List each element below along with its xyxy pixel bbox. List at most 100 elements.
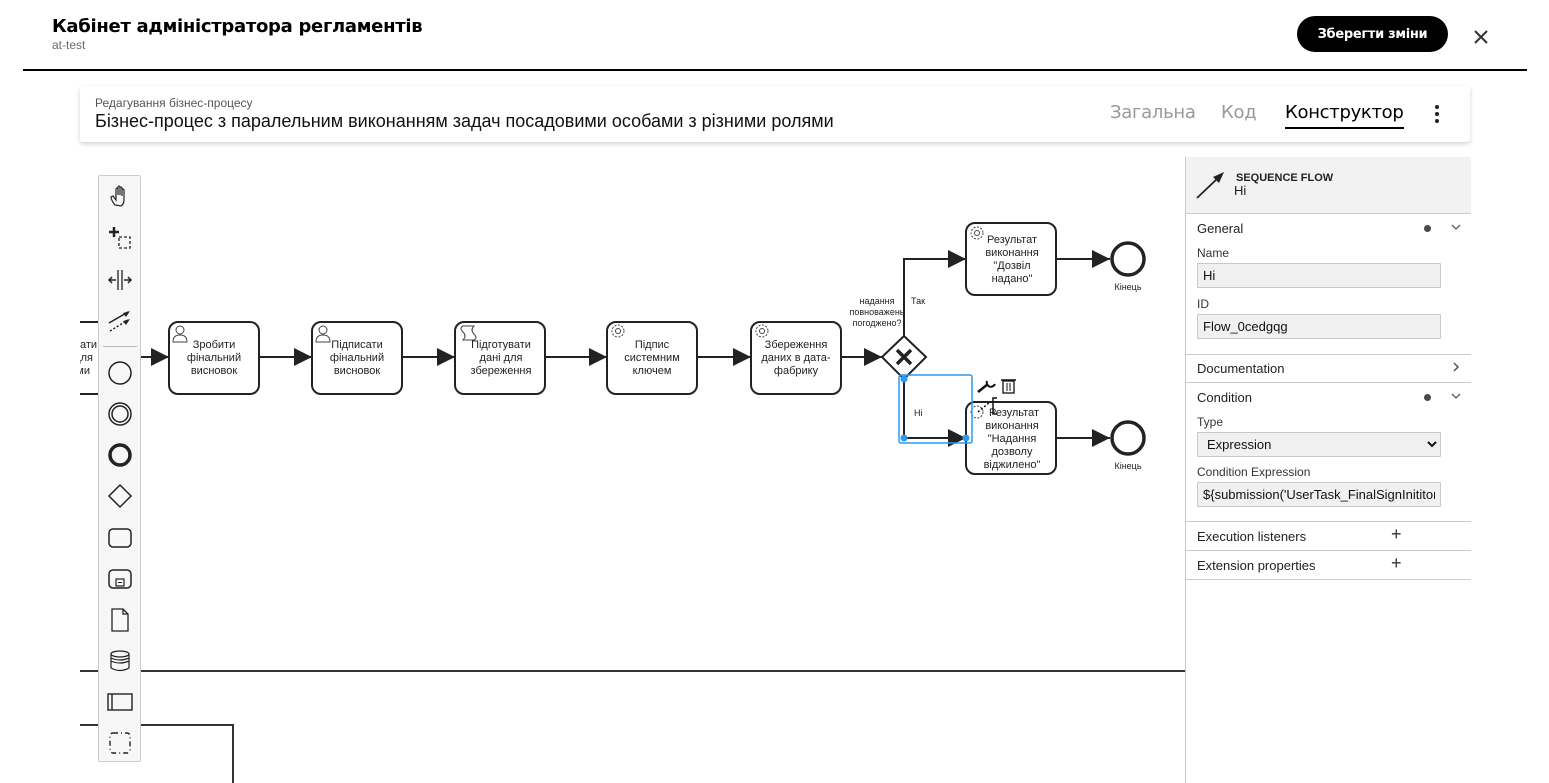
more-menu-button[interactable] (1432, 104, 1442, 124)
properties-panel: SEQUENCE FLOW Hi General Name ID Documen… (1185, 157, 1471, 783)
task-label: Результат (987, 234, 1037, 246)
task-label: "Надання (988, 433, 1037, 445)
close-button[interactable] (1470, 26, 1492, 48)
start-event-icon (108, 361, 132, 385)
gateway-label: погоджено? (852, 318, 901, 328)
global-connect-tool[interactable] (106, 307, 134, 335)
tab-code[interactable]: Код (1221, 102, 1257, 123)
name-label: Name (1197, 246, 1230, 260)
data-indicator-dot (1424, 394, 1431, 401)
bpmn-canvas[interactable]: вати для ми Зробити фінальний висновок П… (80, 157, 1185, 783)
task-label: "Дозвіл (993, 260, 1030, 272)
create-task[interactable] (106, 524, 134, 552)
create-data-store[interactable] (106, 647, 134, 675)
task-label: віджилено" (984, 459, 1041, 471)
group-documentation-label: Documentation (1197, 361, 1285, 376)
space-icon (107, 270, 133, 290)
task-save-to-data-factory[interactable]: Збереження даних в дата- фабрику (750, 321, 842, 395)
group-execution-listeners-label: Execution listeners (1197, 529, 1307, 544)
lasso-tool[interactable] (106, 224, 134, 252)
close-icon (1474, 30, 1488, 44)
waypoint-handle[interactable] (900, 375, 908, 383)
task-prepare-data[interactable]: Підготувати дані для збереження (454, 321, 546, 395)
task-label: висновок (191, 365, 238, 377)
header-divider (23, 69, 1527, 71)
end-event[interactable] (1110, 420, 1146, 456)
gateway-icon (107, 483, 133, 509)
palette-separator (103, 346, 137, 347)
task-label: Результат (989, 407, 1039, 419)
end-event[interactable] (1110, 241, 1146, 277)
task-label: надано" (992, 273, 1033, 285)
exclusive-gateway[interactable] (880, 334, 928, 381)
create-group[interactable] (106, 729, 134, 757)
app-title: Кабінет адміністратора регламентів (52, 16, 423, 37)
group-icon (109, 732, 131, 754)
space-tool[interactable] (106, 266, 134, 294)
name-input[interactable] (1197, 263, 1441, 288)
data-store-icon (110, 650, 130, 672)
task-label: збереження (471, 365, 532, 377)
group-extension-properties-header[interactable]: Extension properties + (1186, 551, 1471, 579)
task-make-final-conclusion[interactable]: Зробити фінальний висновок (168, 321, 260, 395)
hand-tool[interactable] (106, 183, 134, 211)
waypoint-handle[interactable] (900, 434, 908, 442)
wrench-icon[interactable] (977, 380, 996, 393)
intermediate-event-icon (108, 402, 132, 426)
lasso-icon (109, 227, 131, 249)
task-label: Зробити (193, 339, 236, 351)
diagram-svg[interactable]: вати для ми Зробити фінальний висновок П… (80, 157, 1185, 783)
add-execution-listener-icon[interactable]: + (1391, 525, 1402, 543)
waypoint-handle[interactable] (962, 434, 970, 442)
create-subprocess[interactable] (106, 565, 134, 593)
group-execution-listeners-header[interactable]: Execution listeners + (1186, 522, 1471, 550)
condition-type-select[interactable]: Expression (1197, 432, 1441, 457)
group-documentation-header[interactable]: Documentation (1186, 354, 1471, 382)
chevron-down-icon (1451, 224, 1461, 231)
task-icon (108, 528, 132, 548)
save-changes-button[interactable]: Зберегти зміни (1297, 16, 1448, 52)
task-result-permission-granted[interactable]: Результат виконання "Дозвіл надано" (965, 222, 1057, 296)
group-general-header[interactable]: General (1186, 214, 1471, 242)
subprocess-icon (108, 569, 132, 589)
condition-expression-input[interactable] (1197, 482, 1441, 507)
gateway-label: повноважень (849, 307, 904, 317)
create-start-event[interactable] (106, 359, 134, 387)
create-intermediate-event[interactable] (106, 400, 134, 428)
card-kicker: Редагування бізнес-процесу (95, 96, 253, 110)
task-label: виконання (985, 420, 1038, 432)
task-label: Збереження (765, 339, 828, 351)
group-condition-header[interactable]: Condition (1186, 383, 1471, 411)
tab-general[interactable]: Загальна (1110, 102, 1196, 123)
task-result-permission-rejected[interactable]: Результат виконання "Надання дозволу від… (965, 401, 1057, 475)
group-general-label: General (1197, 221, 1244, 236)
task-sign-final-conclusion[interactable]: Підписати фінальний висновок (311, 321, 403, 395)
condition-expression-label: Condition Expression (1197, 465, 1311, 479)
create-pool[interactable] (106, 688, 134, 716)
selection-outline (898, 374, 973, 444)
create-end-event[interactable] (106, 441, 134, 469)
yes-flow-label: Так (911, 296, 925, 306)
task-label: ключем (633, 365, 672, 377)
element-type: SEQUENCE FLOW (1236, 172, 1334, 184)
pool-icon (107, 693, 133, 711)
tab-constructor[interactable]: Конструктор (1285, 102, 1404, 129)
end-event-label: Кінець (1114, 282, 1141, 292)
task-label: Підпис (635, 339, 670, 351)
partial-task-text-3: ми (80, 365, 90, 377)
task-system-key-sign[interactable]: Підпис системним ключем (606, 321, 698, 395)
group-extension-properties-label: Extension properties (1197, 558, 1316, 573)
trash-icon[interactable] (1001, 379, 1016, 394)
process-header-card: Редагування бізнес-процесу Бізнес-процес… (80, 86, 1470, 142)
id-input[interactable] (1197, 314, 1441, 339)
top-bar: Кабінет адміністратора регламентів at-te… (0, 0, 1549, 71)
create-data-object[interactable] (106, 606, 134, 634)
hand-icon (110, 185, 125, 207)
end-event-icon (108, 443, 132, 467)
end-event-label: Кінець (1114, 461, 1141, 471)
properties-header: SEQUENCE FLOW Hi (1186, 157, 1471, 214)
task-label: Підписати (331, 339, 382, 351)
add-extension-property-icon[interactable]: + (1391, 554, 1402, 572)
create-gateway[interactable] (106, 482, 134, 510)
no-flow-label: Ні (914, 408, 923, 418)
